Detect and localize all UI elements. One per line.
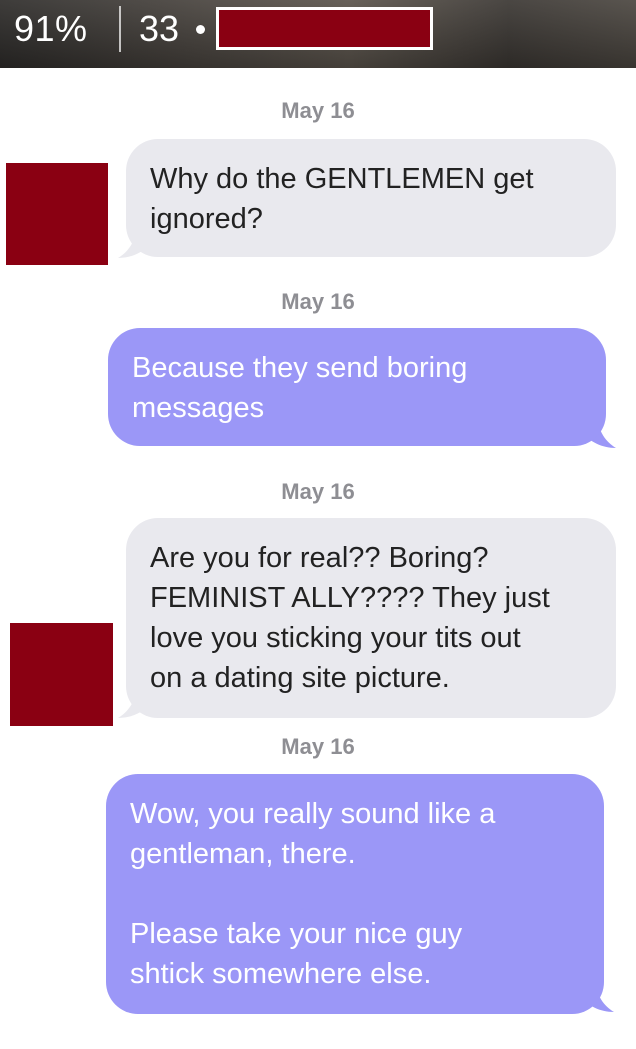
- header-divider: [119, 6, 121, 52]
- incoming-message-bubble[interactable]: Are you for real?? Boring? FEMINIST ALLY…: [126, 518, 616, 718]
- conversation-screen: 91% 33 May 16 Why do the GENTLEMEN get i…: [0, 0, 636, 1049]
- message-date: May 16: [281, 734, 355, 759]
- message-date: May 16: [281, 289, 355, 314]
- outgoing-message-bubble[interactable]: Because they send boring messages: [108, 328, 606, 446]
- redacted-username: [216, 7, 433, 50]
- sender-avatar-redacted[interactable]: [6, 163, 108, 265]
- sender-avatar-redacted[interactable]: [10, 623, 113, 726]
- profile-age: 33: [139, 8, 180, 49]
- outgoing-message-bubble[interactable]: Wow, you really sound like a gentleman, …: [106, 774, 604, 1014]
- profile-header[interactable]: 91% 33: [0, 0, 636, 68]
- message-date: May 16: [281, 98, 355, 123]
- incoming-message-bubble[interactable]: Why do the GENTLEMEN get ignored?: [126, 139, 616, 257]
- separator-dot-icon: [196, 25, 205, 34]
- message-date: May 16: [281, 479, 355, 504]
- match-percentage: 91%: [14, 8, 88, 49]
